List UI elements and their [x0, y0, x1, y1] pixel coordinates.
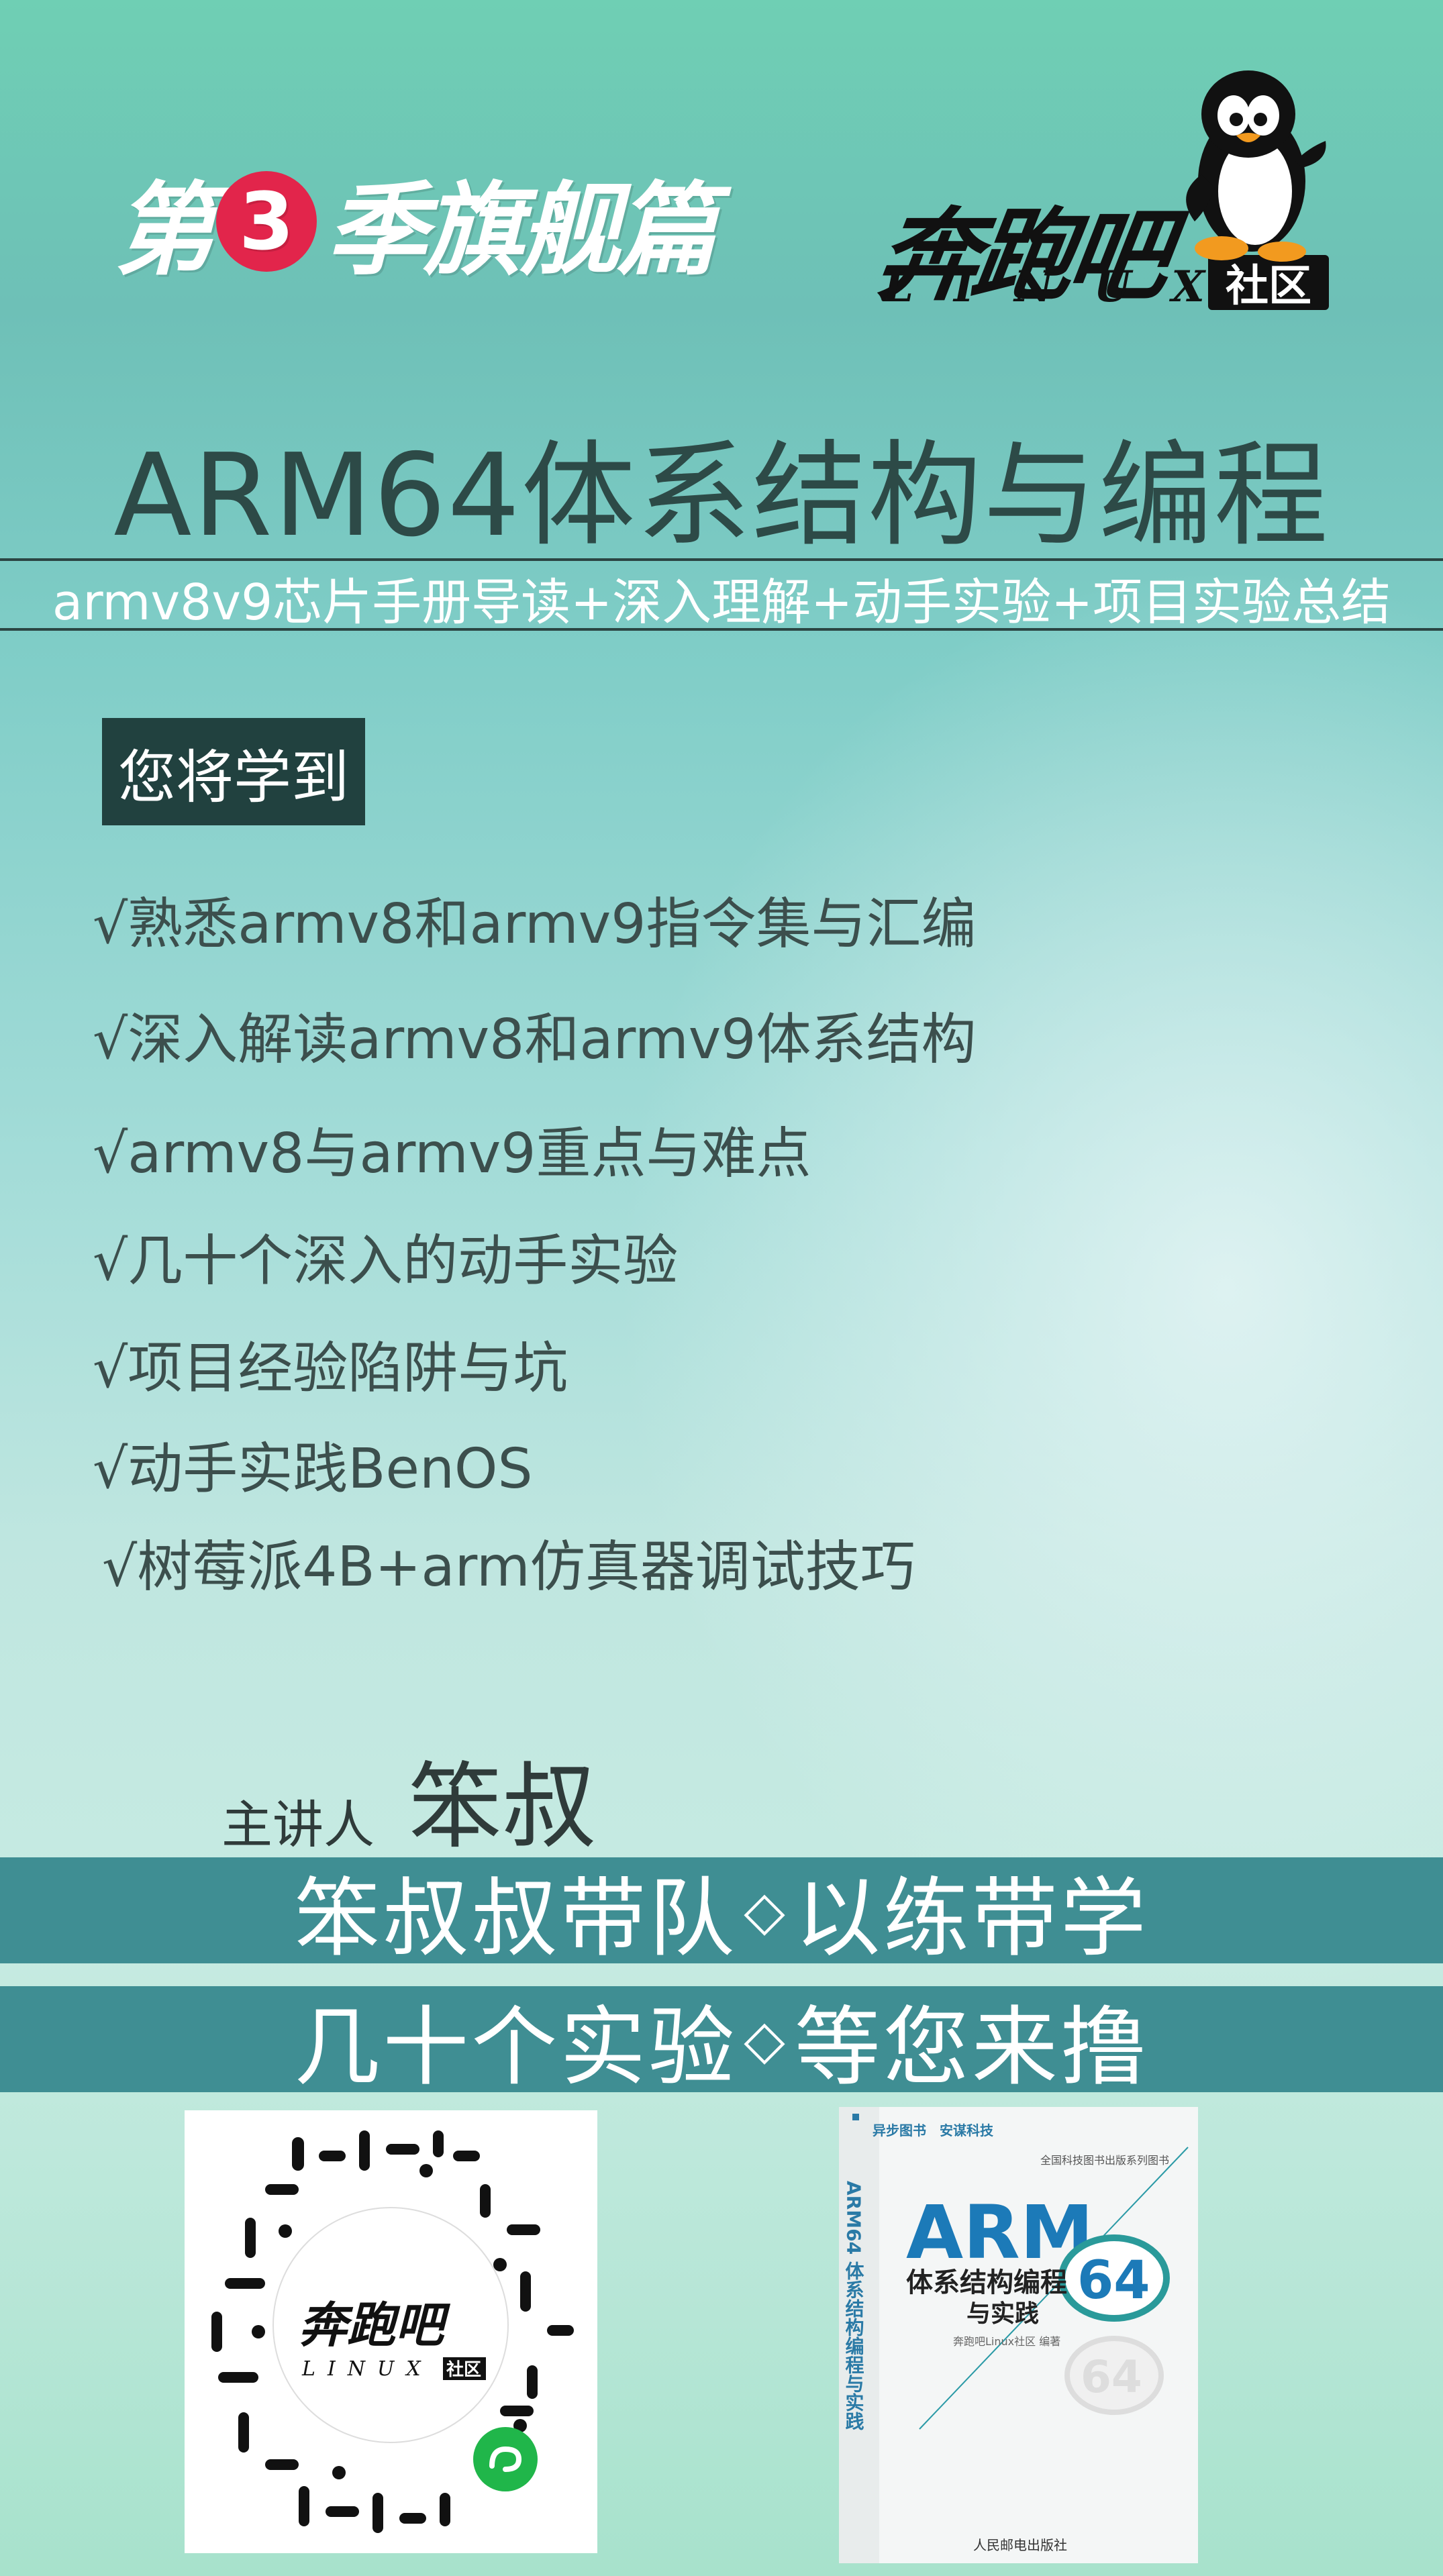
book-spine: ARM64 体系结构编程与实践: [843, 2181, 865, 2430]
season-suffix: 季旗舰篇: [326, 172, 717, 289]
learn-item: √树莓派4B+arm仿真器调试技巧: [102, 1535, 915, 1599]
learn-item: √几十个深入的动手实验: [93, 1229, 679, 1293]
book-title-num-shadow: 64: [1081, 2351, 1142, 2403]
learn-item: √动手实践BenOS: [93, 1437, 533, 1501]
book-title-sub2: 与实践: [966, 2300, 1039, 2328]
season-number-badge: 3: [216, 171, 317, 272]
learn-item: √深入解读armv8和armv9体系结构: [93, 1008, 977, 1072]
slogan-band-2: 几十个实验 ◇ 等您来撸: [0, 1986, 1443, 2098]
band1-right: 以练带学: [794, 1868, 1149, 1969]
diamond-separator-icon: ◇: [744, 2008, 788, 2071]
slogan-band-1: 笨叔叔带队 ◇ 以练带学: [0, 1857, 1443, 1969]
community-logo: 奔跑吧 LINUX 社区: [870, 60, 1336, 315]
band2-right: 等您来撸: [794, 1997, 1149, 2098]
book-footer: 人民邮电出版社: [973, 2537, 1067, 2553]
lecturer-name: 笨叔: [408, 1753, 597, 1862]
learn-item: √项目经验陷阱与坑: [93, 1337, 568, 1400]
book-title-sub: 体系结构编程: [906, 2267, 1067, 2298]
logo-linux: LINUX: [883, 262, 1245, 312]
book-series: 全国科技图书出版系列图书: [1040, 2154, 1169, 2167]
penguin-mascot-icon: [1186, 70, 1326, 262]
book-author: 奔跑吧Linux社区 编著: [953, 2335, 1060, 2348]
qr-code[interactable]: 奔跑吧 LINUX 社区: [185, 2110, 597, 2553]
season-title: 第 3 季旗舰篇: [114, 161, 717, 289]
logo-badge: 社区: [1208, 255, 1329, 311]
subtitle-bottom-rule: [0, 628, 1443, 631]
learn-tag: 您将学到: [102, 718, 365, 825]
lecturer: 主讲人 笨叔: [221, 1731, 596, 1867]
main-title: ARM64体系结构与编程: [113, 429, 1330, 562]
band2-left: 几十个实验: [294, 1997, 738, 2098]
band1-left: 笨叔叔带队: [294, 1868, 738, 1969]
book-title-num: 64: [1077, 2251, 1150, 2311]
book-publisher-top: 异步图书: [873, 2122, 926, 2139]
qr-code-pattern: 奔跑吧 LINUX 社区: [211, 2130, 574, 2533]
book-cover-art: 异步图书 安谋科技 全国科技图书出版系列图书 ARM 64 64 体系结构编程 …: [839, 2107, 1198, 2563]
book-cover[interactable]: 异步图书 安谋科技 全国科技图书出版系列图书 ARM 64 64 体系结构编程 …: [839, 2107, 1198, 2563]
qr-center-badge: 社区: [446, 2359, 481, 2380]
subtitle-top-rule: [0, 558, 1443, 561]
book-publisher-top2: 安谋科技: [940, 2122, 994, 2139]
diamond-separator-icon: ◇: [744, 1879, 788, 1942]
learn-item: √armv8与armv9重点与难点: [93, 1122, 811, 1186]
learn-item: √熟悉armv8和armv9指令集与汇编: [93, 892, 977, 956]
subtitle: armv8v9芯片手册导读+深入理解+动手实验+项目实验总结: [52, 574, 1391, 631]
qr-center-logo: 奔跑吧: [299, 2296, 451, 2353]
qr-center-linux: LINUX: [301, 2357, 433, 2381]
season-prefix: 第: [114, 172, 215, 289]
miniprogram-icon: [473, 2427, 538, 2491]
